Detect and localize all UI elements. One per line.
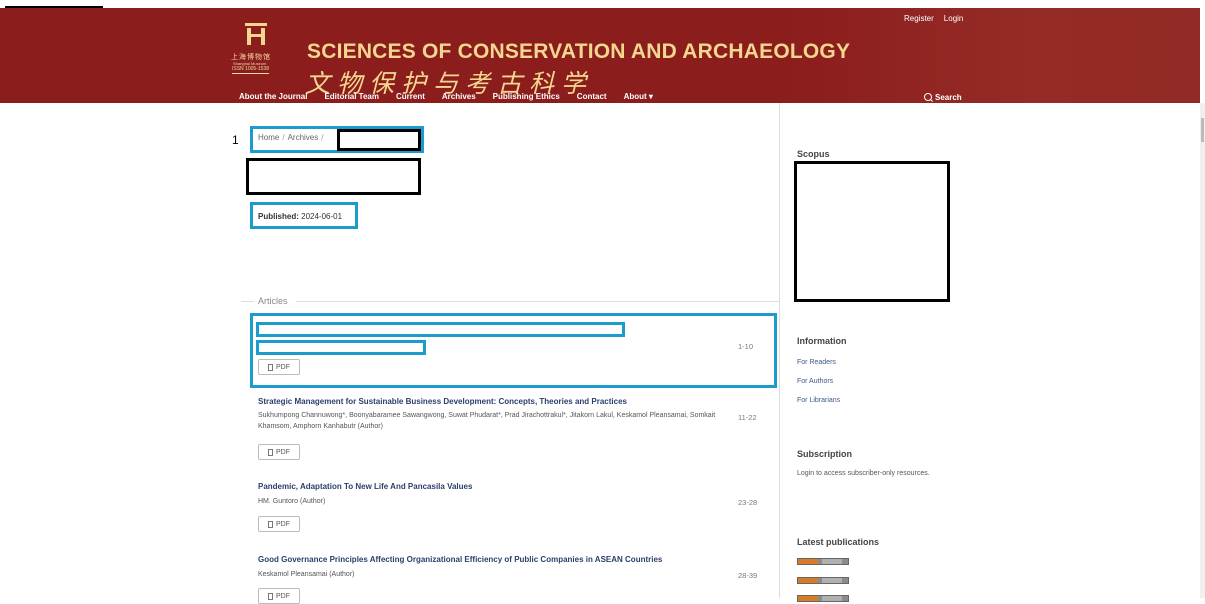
pdf-file-icon [268, 448, 273, 456]
link-for-authors[interactable]: For Authors [797, 378, 833, 385]
breadcrumb-archives[interactable]: Archives [288, 133, 319, 142]
rss1-feed-badge[interactable] [797, 595, 849, 602]
published-label: Published: [258, 212, 299, 221]
sidebar-divider [779, 103, 780, 598]
article-title[interactable]: Pandemic, Adaptation To New Life And Pan… [258, 482, 472, 491]
breadcrumb: Home / Archives / [258, 133, 324, 142]
login-link[interactable]: Login [944, 14, 964, 23]
breadcrumb-home[interactable]: Home [258, 133, 279, 142]
nav-current[interactable]: Current [396, 92, 425, 101]
search-link[interactable]: Search [924, 92, 962, 102]
article-pages: 11-22 [738, 413, 757, 422]
article-title[interactable]: Strategic Management for Sustainable Bus… [258, 397, 627, 406]
nav-contact[interactable]: Contact [577, 92, 607, 101]
article-title[interactable]: Good Governance Principles Affecting Org… [258, 555, 662, 564]
user-nav: Register Login [904, 14, 973, 23]
sidebar-heading-latest-publications: Latest publications [797, 537, 880, 547]
section-rule-left [241, 301, 254, 302]
nav-publishing-ethics[interactable]: Publishing Ethics [493, 92, 560, 101]
article-pdf-button[interactable]: PDF [258, 588, 300, 604]
pdf-file-icon [268, 363, 273, 371]
nav-archives[interactable]: Archives [442, 92, 476, 101]
article-pages: 23-28 [738, 498, 758, 507]
journal-title[interactable]: SCIENCES OF CONSERVATION AND ARCHAEOLOGY [307, 40, 850, 64]
nav-editorial-team[interactable]: Editorial Team [324, 92, 379, 101]
redacted-breadcrumb-current [337, 129, 421, 151]
register-link[interactable]: Register [904, 14, 934, 23]
redacted-article-authors [256, 340, 426, 355]
search-icon [924, 93, 932, 101]
section-heading-articles: Articles [258, 296, 288, 306]
section-rule-right [296, 301, 779, 302]
nav-about-journal[interactable]: About the Journal [239, 92, 307, 101]
article-pdf-button[interactable]: PDF [258, 444, 300, 460]
site-header: 上海博物馆 Shanghai Museum ISSN 1005-1538 SCI… [0, 8, 1200, 103]
article-pages: 28-39 [738, 571, 758, 580]
issn-label: ISSN 1005-1538 [232, 66, 269, 74]
pdf-file-icon [268, 520, 273, 528]
published-value: 2024-06-01 [301, 212, 343, 221]
article-pdf-button[interactable]: PDF [258, 516, 300, 532]
redacted-issue-title [246, 158, 421, 195]
published-date: Published: 2024-06-01 [258, 212, 342, 221]
page-scrollbar[interactable] [1200, 103, 1205, 598]
annotation-marker: 1 [232, 133, 239, 147]
article-pages: 1-10 [738, 342, 754, 351]
article-pdf-button[interactable]: PDF [258, 359, 300, 375]
sidebar-heading-information: Information [797, 336, 847, 346]
sidebar-heading-scopus: Scopus [797, 149, 830, 159]
nav-about-dropdown[interactable]: About ▾ [624, 92, 653, 101]
link-for-librarians[interactable]: For Librarians [797, 397, 840, 404]
museum-logo-icon[interactable] [243, 21, 269, 47]
rss2-feed-badge[interactable] [797, 577, 849, 584]
sidebar-heading-subscription: Subscription [797, 449, 853, 459]
link-for-readers[interactable]: For Readers [797, 359, 836, 366]
atom-feed-badge[interactable] [797, 558, 849, 565]
search-label: Search [935, 93, 962, 102]
article-authors: Sukhumpong Channuwong*, Boonyabaramee Sa… [258, 412, 716, 430]
subscription-text: Login to access subscriber-only resource… [797, 470, 930, 477]
pdf-file-icon [268, 592, 273, 600]
redacted-article-title[interactable] [256, 322, 625, 337]
article-authors: Keskamol Pleansamai (Author) [258, 571, 355, 578]
scrollbar-thumb[interactable] [1201, 118, 1204, 142]
article-authors: HM. Guntoro (Author) [258, 498, 326, 505]
primary-nav: About the Journal Editorial Team Current Ar… [239, 92, 670, 101]
redacted-scopus-widget [794, 161, 950, 302]
